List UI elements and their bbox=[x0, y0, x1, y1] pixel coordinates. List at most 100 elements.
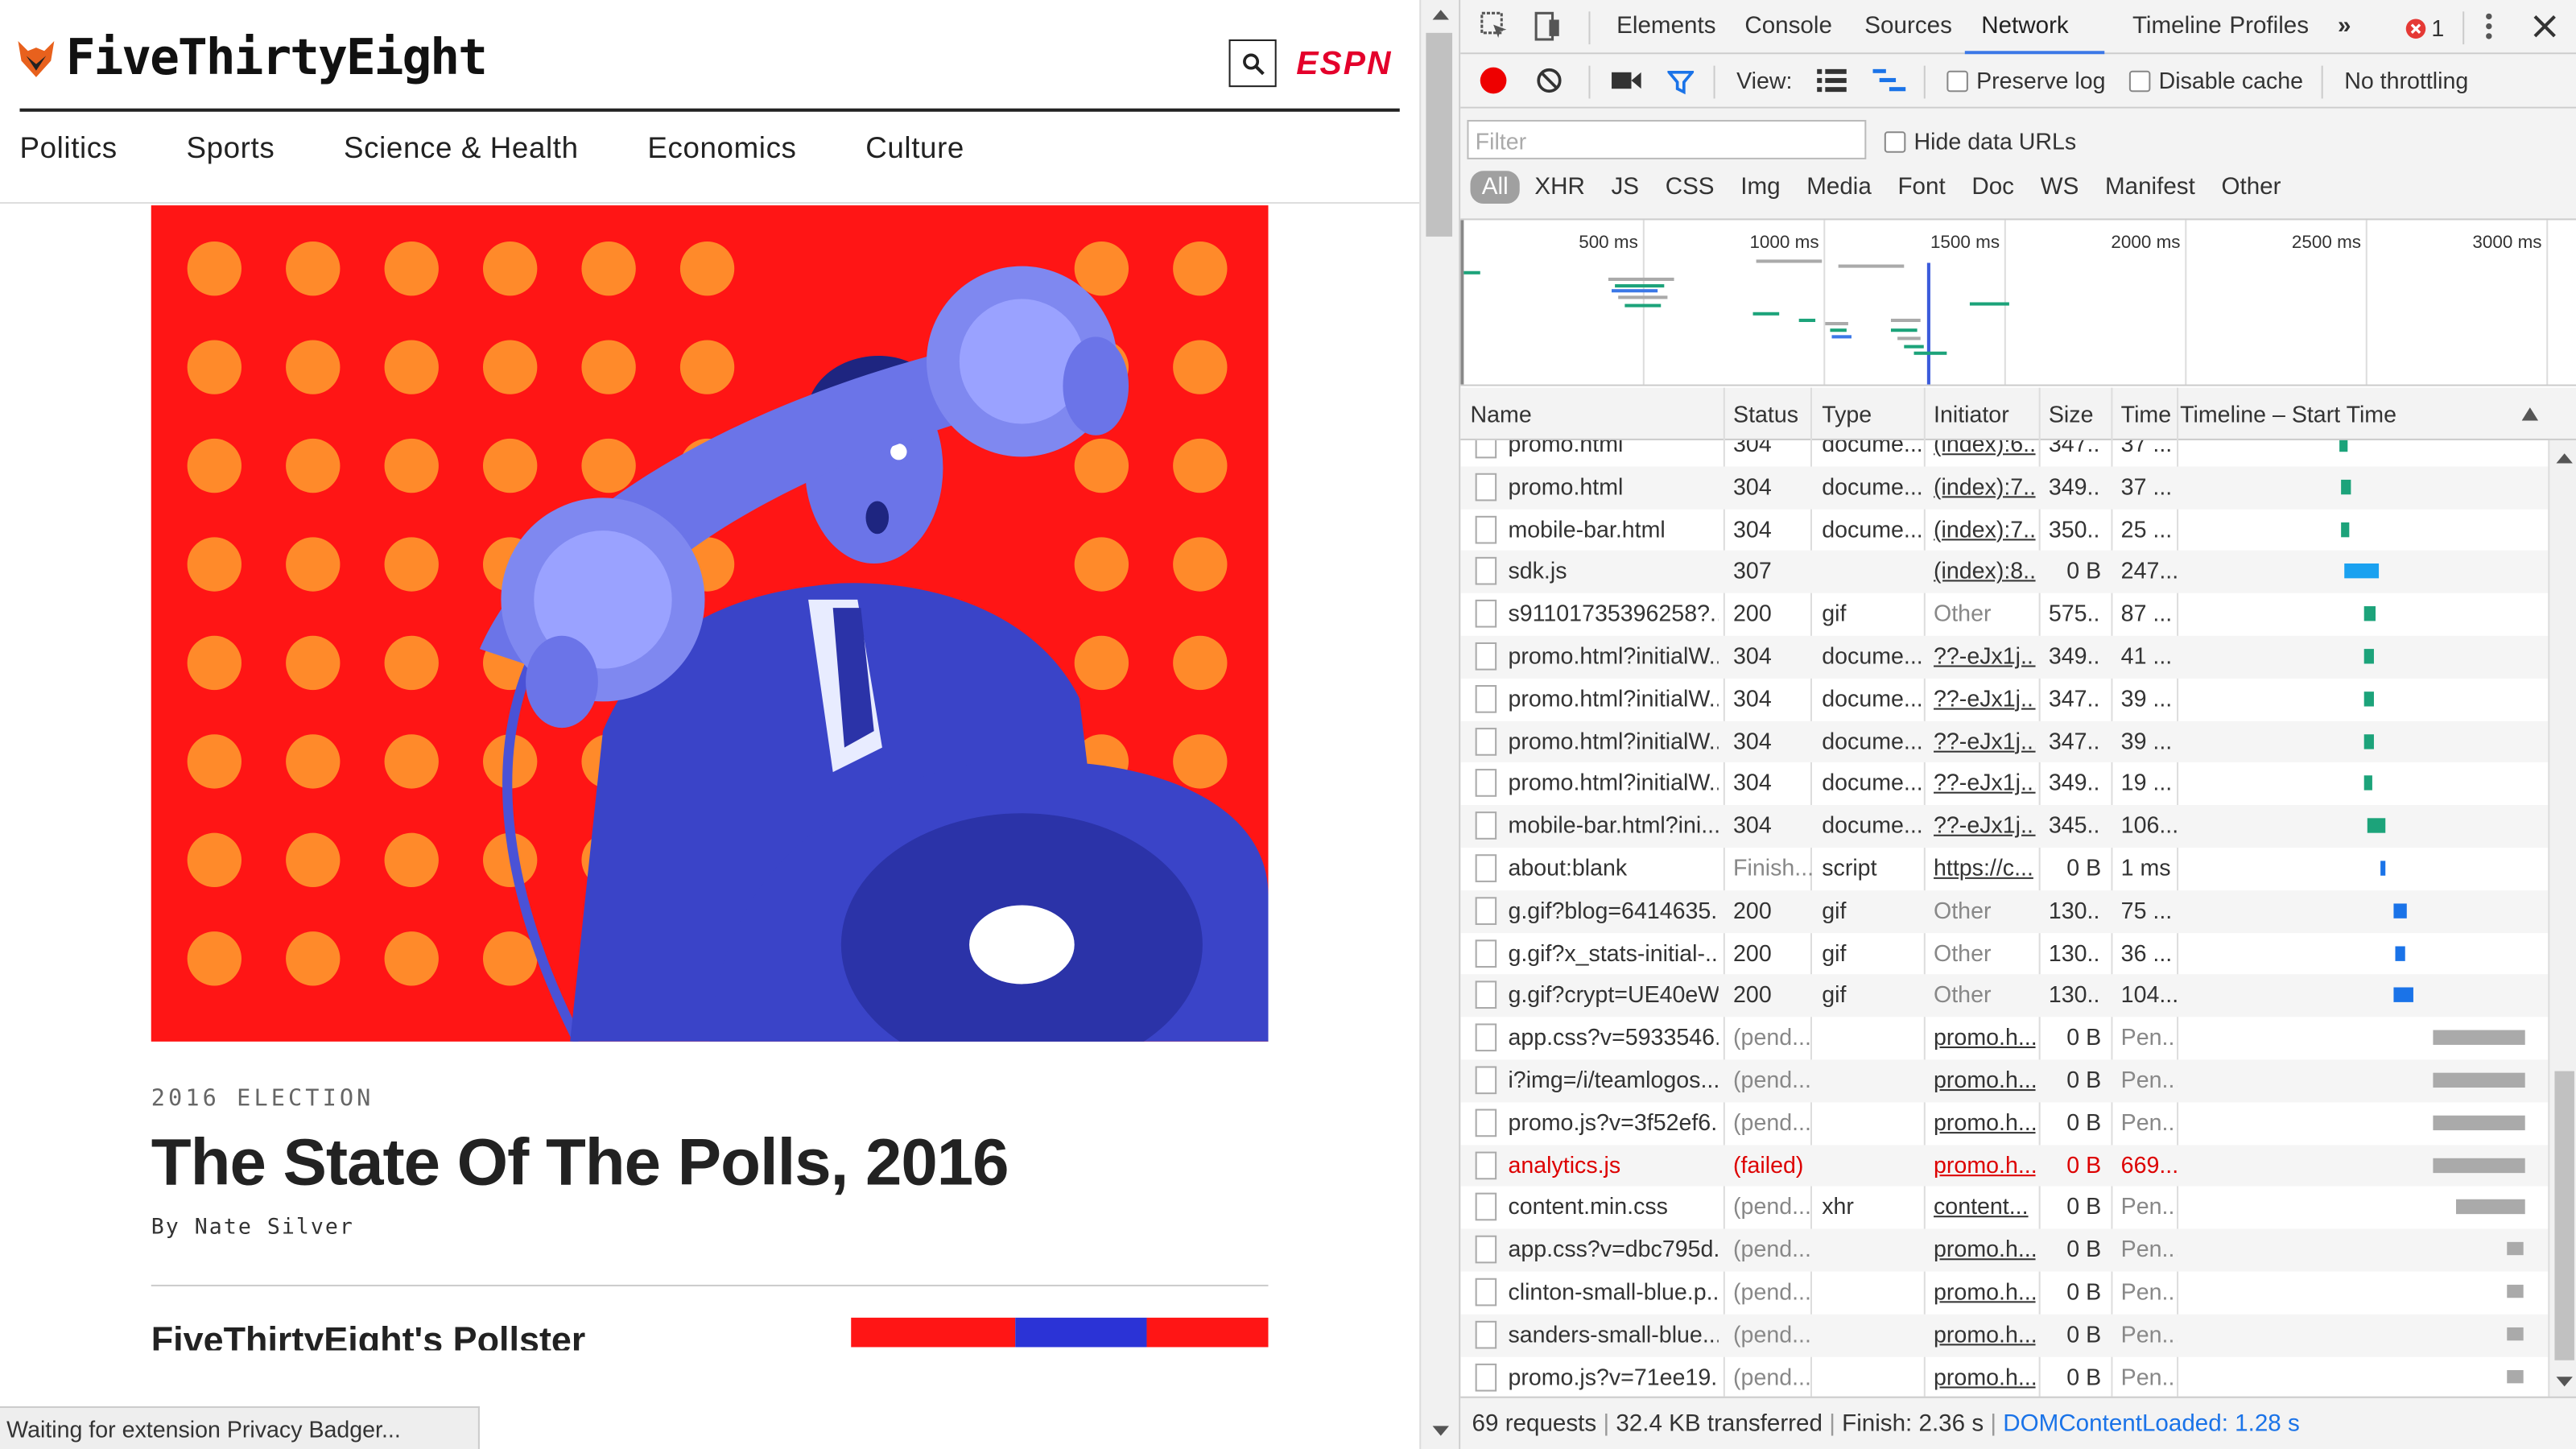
cell-type: docume... bbox=[1822, 769, 1923, 796]
type-filter-xhr[interactable]: XHR bbox=[1523, 171, 1596, 204]
nav-economics[interactable]: Economics bbox=[647, 131, 796, 166]
cell-size: 0 B bbox=[2066, 1236, 2102, 1262]
clear-icon[interactable] bbox=[1536, 68, 1563, 94]
close-devtools-icon[interactable] bbox=[2532, 11, 2558, 41]
type-filter-media[interactable]: Media bbox=[1795, 171, 1883, 204]
col-size[interactable]: Size bbox=[2049, 401, 2094, 427]
disable-cache-box[interactable] bbox=[2128, 70, 2151, 93]
cell-type: docume... bbox=[1822, 684, 1923, 712]
type-filter-img[interactable]: Img bbox=[1729, 171, 1792, 204]
table-row[interactable]: i?img=/i/teamlogos... (pend... promo.h... 0… bbox=[1460, 1059, 2549, 1102]
search-button[interactable] bbox=[1228, 39, 1277, 88]
more-options-icon[interactable] bbox=[2483, 11, 2496, 41]
error-counter[interactable]: 1 bbox=[2405, 14, 2444, 41]
filter-input[interactable]: Filter bbox=[1467, 119, 1867, 159]
table-row[interactable]: promo.html 304 docume... (index):7... 349...… bbox=[1460, 466, 2549, 509]
type-filter-font[interactable]: Font bbox=[1886, 171, 1957, 204]
filter-icon[interactable] bbox=[1667, 69, 1695, 96]
type-filter-js[interactable]: JS bbox=[1600, 171, 1650, 204]
article-headline[interactable]: The State Of The Polls, 2016 bbox=[151, 1127, 1009, 1201]
throttling-select[interactable]: No throttling bbox=[2344, 68, 2468, 94]
network-overview[interactable]: 500 ms 1000 ms 1500 ms 2000 ms 2500 ms 3… bbox=[1460, 220, 2576, 386]
col-initiator[interactable]: Initiator bbox=[1934, 401, 2009, 427]
disable-cache-checkbox[interactable]: Disable cache bbox=[2128, 68, 2303, 93]
table-row[interactable]: g.gif?crypt=UE40eW... 200 gif Other 130... 10… bbox=[1460, 974, 2549, 1018]
table-row[interactable]: mobile-bar.html 304 docume... (index):7... 3… bbox=[1460, 509, 2548, 551]
table-row[interactable]: promo.js?v=71ee19... (pend... promo.h... 0 … bbox=[1460, 1356, 2548, 1397]
table-row[interactable]: g.gif?blog=6414635... 200 gif Other 130... 75… bbox=[1460, 890, 2549, 933]
sort-ascending-icon[interactable] bbox=[2521, 407, 2539, 421]
nav-culture[interactable]: Culture bbox=[865, 131, 964, 166]
table-row[interactable]: promo.html?initialW... 304 docume... ??-eJx… bbox=[1460, 763, 2548, 806]
table-row[interactable]: content.min.css (pend... xhr content... 0 B P… bbox=[1460, 1187, 2548, 1229]
capture-screenshots-icon[interactable] bbox=[1612, 71, 1641, 90]
table-row[interactable]: promo.html 304 docume... (index):6... 347...… bbox=[1460, 440, 2548, 466]
type-filter-ws[interactable]: WS bbox=[2029, 171, 2090, 204]
table-row[interactable]: s91101735396258?... 200 gif Other 575... 87 .… bbox=[1460, 593, 2548, 636]
scroll-down-icon[interactable] bbox=[1432, 1426, 1449, 1436]
article-kicker[interactable]: 2016 ELECTION bbox=[151, 1086, 374, 1113]
col-status[interactable]: Status bbox=[1733, 401, 1798, 427]
waterfall-icon[interactable] bbox=[1872, 68, 1906, 93]
type-filter-all[interactable]: All bbox=[1470, 171, 1520, 204]
inspect-element-icon[interactable] bbox=[1480, 11, 1510, 41]
page-scrollbar[interactable] bbox=[1419, 0, 1459, 1449]
more-tabs-icon[interactable]: » bbox=[2338, 13, 2351, 39]
overview-bar bbox=[1618, 295, 1668, 299]
table-row[interactable]: clinton-small-blue.p... (pend... promo.h..… bbox=[1460, 1272, 2548, 1315]
table-row[interactable]: mobile-bar.html?ini... 304 docume... ??-eJx… bbox=[1460, 805, 2549, 848]
requests-scrollbar[interactable] bbox=[2548, 440, 2576, 1397]
large-rows-icon[interactable] bbox=[1817, 68, 1847, 93]
scroll-up-icon[interactable] bbox=[2556, 453, 2573, 464]
tab-sources[interactable]: Sources bbox=[1864, 13, 1952, 39]
hide-data-urls-checkbox[interactable]: Hide data URLs bbox=[1884, 128, 2076, 155]
type-filter-doc[interactable]: Doc bbox=[1960, 171, 2025, 204]
page-scroll-thumb[interactable] bbox=[1426, 32, 1453, 237]
cell-name: promo.html?initialW... bbox=[1508, 769, 1719, 796]
type-filter-manifest[interactable]: Manifest bbox=[2094, 171, 2207, 204]
site-logo[interactable]: FiveThirtyEight bbox=[16, 30, 488, 87]
col-timeline[interactable]: Timeline – Start Time bbox=[2180, 401, 2396, 427]
table-row[interactable]: app.css?v=dbc795d... (pend... promo.h... 0 … bbox=[1460, 1228, 2549, 1272]
col-time[interactable]: Time bbox=[2121, 401, 2171, 427]
table-row[interactable]: promo.html?initialW... 304 docume... ??-eJx… bbox=[1460, 720, 2549, 763]
teaser-title[interactable]: FiveThirtyEight's Pollster bbox=[151, 1318, 586, 1351]
col-name[interactable]: Name bbox=[1471, 401, 1532, 427]
dom-content-loaded-marker bbox=[1926, 262, 1930, 385]
teaser-image[interactable] bbox=[851, 1317, 1269, 1348]
espn-logo[interactable]: ESPN bbox=[1296, 46, 1392, 84]
nav-science-health[interactable]: Science & Health bbox=[344, 131, 579, 166]
cell-size: 349... bbox=[2048, 642, 2102, 669]
nav-sports[interactable]: Sports bbox=[186, 131, 275, 166]
table-row[interactable]: promo.js?v=3f52ef6... (pend... promo.h... 0… bbox=[1460, 1102, 2548, 1145]
table-row[interactable]: sdk.js 307 (index):8... 0 B 247... bbox=[1460, 551, 2549, 594]
device-toolbar-icon[interactable] bbox=[1533, 11, 1563, 41]
table-row[interactable]: g.gif?x_stats-initial-... 200 gif Other 130.… bbox=[1460, 932, 2548, 975]
col-type[interactable]: Type bbox=[1822, 401, 1872, 427]
overview-left-handle[interactable] bbox=[1460, 220, 1464, 385]
preserve-log-box[interactable] bbox=[1946, 70, 1968, 93]
scroll-up-icon[interactable] bbox=[1432, 10, 1449, 20]
table-row[interactable]: sanders-small-blue.... (pend... promo.h...… bbox=[1460, 1314, 2549, 1356]
file-icon bbox=[1475, 939, 1497, 968]
table-row[interactable]: app.css?v=5933546... (pend... promo.h... 0 … bbox=[1460, 1018, 2548, 1060]
scroll-down-icon[interactable] bbox=[2556, 1377, 2573, 1387]
preserve-log-checkbox[interactable]: Preserve log bbox=[1946, 68, 2105, 93]
tab-console[interactable]: Console bbox=[1744, 13, 1832, 39]
type-filter-css[interactable]: CSS bbox=[1653, 171, 1725, 204]
record-icon[interactable] bbox=[1480, 67, 1507, 94]
tab-profiles[interactable]: Profiles bbox=[2229, 13, 2309, 39]
summary-transferred: 32.4 KB transferred bbox=[1616, 1411, 1823, 1438]
hide-data-urls-box[interactable] bbox=[1884, 131, 1906, 153]
nav-politics[interactable]: Politics bbox=[19, 131, 117, 166]
tab-timeline[interactable]: Timeline bbox=[2132, 13, 2222, 39]
table-row[interactable]: promo.html?initialW... 304 docume... ??-eJx… bbox=[1460, 678, 2548, 720]
tab-network[interactable]: Network bbox=[1981, 13, 2069, 39]
hero-image[interactable] bbox=[151, 205, 1269, 1042]
requests-scroll-thumb[interactable] bbox=[2554, 1071, 2574, 1360]
tab-elements[interactable]: Elements bbox=[1616, 13, 1715, 39]
type-filter-other[interactable]: Other bbox=[2210, 171, 2293, 204]
table-row[interactable]: about:blank Finish... script https://c... 0 … bbox=[1460, 848, 2548, 890]
table-row[interactable]: analytics.js (failed) promo.h... 0 B 669... bbox=[1460, 1144, 2549, 1187]
table-row[interactable]: promo.html?initialW... 304 docume... ??-eJx… bbox=[1460, 635, 2549, 679]
